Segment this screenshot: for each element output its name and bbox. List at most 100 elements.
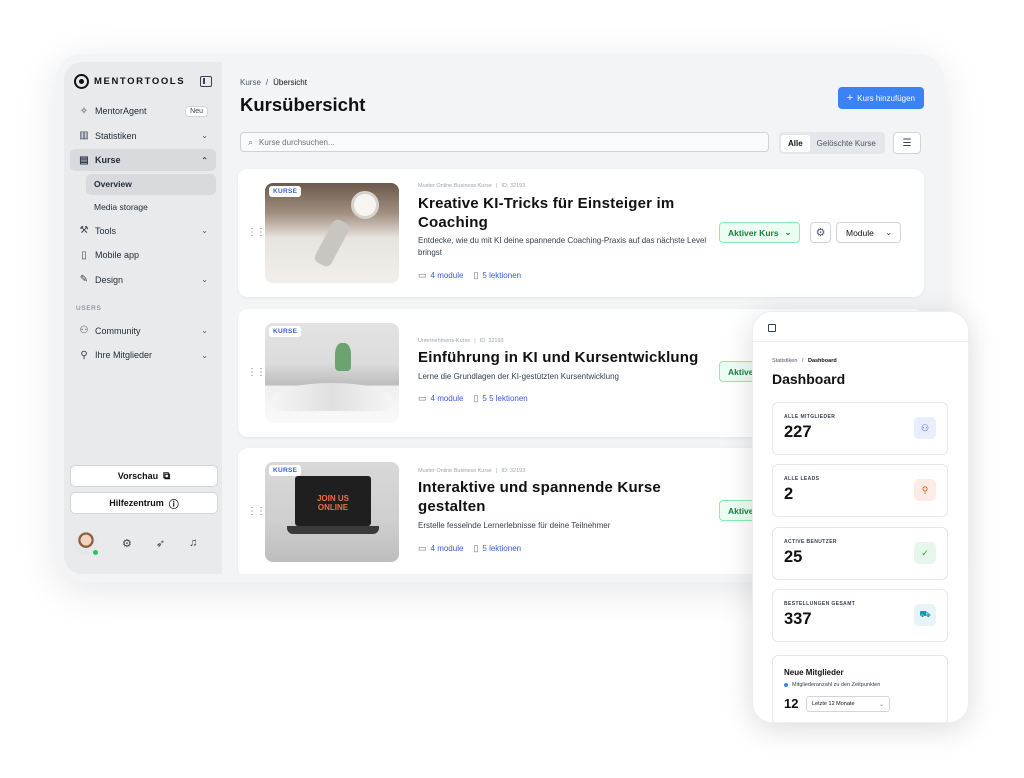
chevron-down-icon: ⌄ [885,228,892,237]
help-center-button[interactable]: Hilfezentrum ⓘ [70,492,218,514]
sidebar-toggle-icon[interactable] [768,324,776,332]
modules-link[interactable]: ▭ 4 module [418,270,463,281]
tools-icon: ⚒ [79,225,89,236]
sidebar-item-tools[interactable]: ⚒ Tools ⌄ [70,220,216,242]
course-meta: Unternehmens-Kurse | ID: 32193 [418,338,504,344]
course-meta: Muster Online Business Kurse | ID: 32193 [418,183,526,189]
module-dropdown[interactable]: Module ⌄ [836,222,901,243]
document-icon: ▯ [473,393,479,403]
course-description: Lerne die Grundlagen der KI-gestützten K… [418,372,620,381]
chevron-down-icon: ⌄ [201,326,208,335]
course-title[interactable]: Interaktive und spannende Kurse gestalte… [418,478,708,516]
stat-card-members: ALLE MITGLIEDER 227 ⚇ [772,402,948,455]
course-tag: KURSE [269,186,302,197]
stat-value: 2 [784,485,794,503]
avatar[interactable] [74,531,99,556]
chevron-up-icon: ⌃ [201,155,208,165]
course-tag: KURSE [269,465,302,476]
time-range-value: Letzte 12 Monate [812,701,855,707]
module-icon: ▭ [418,543,427,553]
course-title[interactable]: Kreative KI-Tricks für Einsteiger im Coa… [418,194,708,232]
gear-icon[interactable]: ⚙ [122,537,132,550]
sidebar-subitem-overview[interactable]: Overview [86,173,216,195]
modules-link[interactable]: ▭ 4 module [418,543,463,554]
course-card[interactable]: ⋮⋮ KURSE Muster Online Business Kurse | ID… [238,169,924,297]
breadcrumb-current: Übersicht [273,78,307,87]
search-input[interactable]: ⌕ Kurse durchsuchen... [240,132,769,152]
filter-settings-button[interactable]: ☰ [893,132,921,154]
stat-card-active-users: ACTIVE BENUTZER 25 ✓ [772,527,948,580]
course-thumbnail: KURSE [265,183,399,283]
sliders-icon: ☰ [902,137,912,149]
chevron-down-icon: ⌄ [201,226,208,235]
search-icon: ⌕ [248,136,254,147]
course-tag: KURSE [269,326,302,337]
lessons-link[interactable]: ▯ 5 lektionen [473,543,521,554]
new-badge: Neu [185,105,208,117]
drag-handle-icon[interactable]: ⋮⋮ [247,227,266,238]
lessons-link[interactable]: ▯ 5 lektionen [473,270,521,281]
course-category: Muster Online Business Kurse [418,183,492,189]
chevron-down-icon: ⌄ [878,701,884,708]
modules-link[interactable]: ▭ 4 module [418,393,463,404]
course-filter-toggle: Alle Gelöschte Kurse [779,132,885,154]
time-range-select[interactable]: Letzte 12 Monate ⌄ [806,696,890,712]
sidebar-item-label: Design [95,274,124,285]
sidebar-item-statistiken[interactable]: ▥ Statistiken ⌄ [70,125,216,147]
status-label: Aktiver Kurs [728,227,779,238]
add-course-button[interactable]: + Kurs hinzufügen [837,87,924,109]
drag-handle-icon[interactable]: ⋮⋮ [247,506,266,517]
sidebar-item-label: MentorAgent [95,106,147,116]
course-description: Entdecke, wie du mit KI deine spannende … [418,236,707,257]
new-members-subtitle: Mitgliederanzahl zu den Zeitpunkten [784,682,880,688]
sidebar-item-design[interactable]: ✎ Design ⌄ [70,269,216,291]
lessons-link[interactable]: ▯ 5 5 lektionen [473,393,527,404]
brand-name: MENTORTOOLS [94,75,186,87]
users-icon: ⚇ [914,417,936,439]
breadcrumb-root[interactable]: Kurse [240,78,261,87]
breadcrumb-current: Dashboard [807,358,837,364]
sidebar-item-kurse[interactable]: ▤ Kurse ⌃ [70,149,216,171]
rocket-icon[interactable]: ➶ [156,537,165,550]
sidebar-item-label: Mobile app [95,250,140,260]
preview-button[interactable]: Vorschau ⧉ [70,465,218,487]
course-id: ID: 32193 [501,183,526,189]
sidebar-item-mentoragent[interactable]: ✧ MentorAgent Neu [70,100,216,122]
help-circle-icon: ⓘ [168,499,179,511]
course-settings-button[interactable]: ⚙ [810,222,831,243]
bar-chart-icon: ▥ [79,130,89,141]
document-icon: ▯ [473,270,479,280]
course-description: Erstelle fesselnde Lernerlebnisse für de… [418,521,611,530]
sidebar-item-mobile-app[interactable]: ▯ Mobile app [70,244,216,266]
stat-value: 25 [784,548,803,566]
help-label: Hilfezentrum [109,498,164,508]
online-status-dot [92,549,99,556]
sparkle-icon: ✧ [79,105,89,117]
breadcrumb-root[interactable]: Statistiken [772,358,797,364]
sidebar-toggle-icon[interactable] [200,75,212,87]
status-dropdown[interactable]: Aktiver Kurs ⌄ [719,222,801,243]
page-title: Kursübersicht [240,94,366,115]
sidebar-item-community[interactable]: ⚇ Community ⌄ [70,320,216,342]
course-thumbnail: KURSE [265,323,399,423]
user-icon: ⚲ [80,349,88,361]
new-members-card: Neue Mitglieder Mitgliederanzahl zu den … [772,655,948,722]
filter-deleted-tab[interactable]: Gelöschte Kurse [810,135,883,152]
sidebar-subitem-media-storage[interactable]: Media storage [86,197,216,218]
sidebar-item-label: Tools [95,225,117,236]
bell-icon[interactable]: ♫ [189,537,197,549]
sidebar-item-label: Community [95,325,141,336]
lessons-count: 5 5 lektionen [482,394,528,403]
filter-all-tab[interactable]: Alle [781,134,810,152]
stat-label: ALLE LEADS [784,476,820,482]
new-members-value: 12 [784,696,799,711]
sidebar-item-ihre-mitglieder[interactable]: ⚲ Ihre Mitglieder ⌄ [70,344,216,366]
course-links: ▭ 4 module ▯ 5 lektionen [418,270,531,281]
gear-icon: ⚙ [815,227,826,239]
drag-handle-icon[interactable]: ⋮⋮ [247,367,266,378]
chevron-down-icon: ⌄ [201,275,208,284]
stat-card-orders: BESTELLUNGEN GESAMT 337 ⛟ [772,589,948,642]
course-title[interactable]: Einführung in KI und Kursentwicklung [418,348,718,367]
document-icon: ▯ [473,543,479,553]
modules-count: 4 module [430,271,464,280]
